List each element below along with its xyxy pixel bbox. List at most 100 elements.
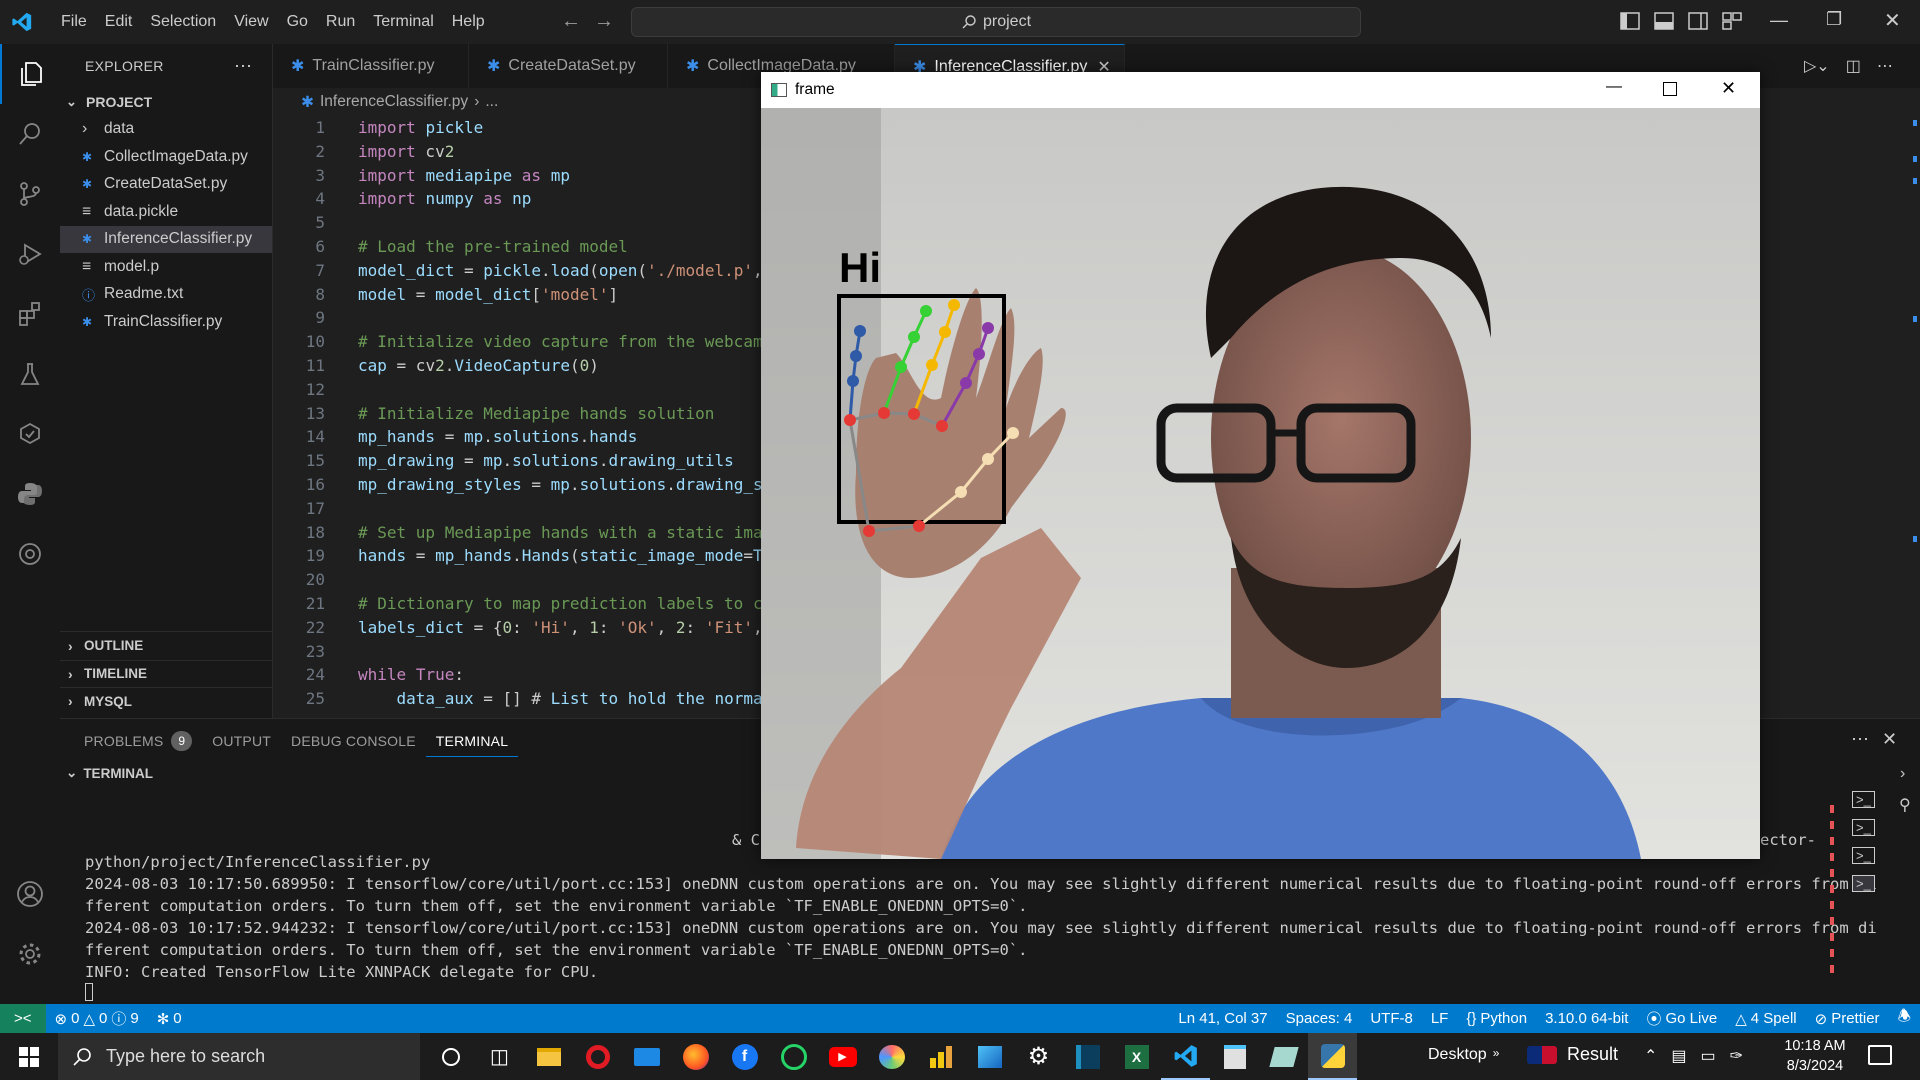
- more-actions-icon[interactable]: ⋯: [234, 56, 252, 77]
- back-arrow-icon[interactable]: ←: [561, 10, 581, 33]
- terminal-header[interactable]: ⌄ TERMINAL: [66, 765, 153, 781]
- pin-icon[interactable]: ⚲: [1899, 795, 1911, 815]
- excel-icon[interactable]: X: [1112, 1033, 1161, 1080]
- breadcrumb-symbol[interactable]: ...: [485, 93, 498, 111]
- prettier-status[interactable]: ⊘ Prettier: [1806, 1010, 1889, 1028]
- tab-debug-console[interactable]: DEBUG CONSOLE: [281, 719, 426, 763]
- customize-layout-icon[interactable]: [1722, 12, 1742, 30]
- terminal-instance-icon[interactable]: >_: [1852, 791, 1875, 808]
- close-panel-icon[interactable]: ✕: [1882, 729, 1897, 750]
- tab-problems[interactable]: PROBLEMS 9: [74, 719, 202, 763]
- display-icon[interactable]: ▤: [1671, 1046, 1686, 1066]
- section-mysql[interactable]: › MYSQL: [60, 687, 273, 715]
- language-mode[interactable]: {} Python: [1457, 1010, 1536, 1027]
- firefox-icon[interactable]: [671, 1033, 720, 1080]
- file-item[interactable]: ✱ TrainClassifier.py: [60, 308, 272, 336]
- project-folder-header[interactable]: ⌄ PROJECT: [60, 88, 272, 116]
- file-item[interactable]: ≡ model.p: [60, 253, 272, 281]
- source-control-activity[interactable]: [0, 164, 60, 224]
- menu-selection[interactable]: Selection: [141, 0, 225, 44]
- command-center-search[interactable]: project: [631, 7, 1361, 37]
- run-python-file-icon[interactable]: ▷⌄: [1804, 56, 1830, 76]
- minimize-icon[interactable]: —: [1770, 10, 1788, 31]
- menu-terminal[interactable]: Terminal: [364, 0, 442, 44]
- menu-go[interactable]: Go: [278, 0, 317, 44]
- problems-status[interactable]: ⊗ 0 △ 0 ⓘ 9: [46, 1008, 148, 1029]
- file-explorer-icon[interactable]: [524, 1033, 573, 1080]
- tab-output[interactable]: OUTPUT: [202, 719, 281, 763]
- section-outline[interactable]: › OUTLINE: [60, 632, 273, 660]
- search-activity[interactable]: [0, 104, 60, 164]
- file-item[interactable]: ✱ CreateDataSet.py: [60, 171, 272, 199]
- file-item[interactable]: ✱ CollectImageData.py: [60, 143, 272, 171]
- sticky-app-icon[interactable]: [1259, 1033, 1308, 1080]
- cortana-icon[interactable]: [426, 1033, 475, 1080]
- encoding[interactable]: UTF-8: [1361, 1010, 1422, 1027]
- notifications-icon[interactable]: [1868, 1045, 1892, 1065]
- line-ending[interactable]: LF: [1422, 1010, 1458, 1027]
- gitlens-activity[interactable]: [0, 524, 60, 584]
- paint-icon[interactable]: [867, 1033, 916, 1080]
- chevron-right-icon[interactable]: ›: [1900, 765, 1905, 783]
- menu-run[interactable]: Run: [317, 0, 364, 44]
- menu-edit[interactable]: Edit: [96, 0, 142, 44]
- menu-view[interactable]: View: [225, 0, 277, 44]
- terminal-output[interactable]: python/project/InferenceClassifier.py 202…: [85, 851, 1877, 983]
- run-debug-activity[interactable]: [0, 224, 60, 284]
- close-window-icon[interactable]: ✕: [1884, 8, 1901, 33]
- python-taskbar-icon[interactable]: [1308, 1033, 1357, 1080]
- terminal-instance-icon[interactable]: >_: [1852, 819, 1875, 836]
- settings-gear-icon[interactable]: ⚙: [1014, 1033, 1063, 1080]
- python-interpreter[interactable]: 3.10.0 64-bit: [1536, 1010, 1637, 1027]
- chevron-up-icon[interactable]: ⌃: [1644, 1046, 1657, 1066]
- tab-terminal[interactable]: TERMINAL: [425, 726, 519, 757]
- power-bi-icon[interactable]: [916, 1033, 965, 1080]
- notepad-icon[interactable]: [1210, 1033, 1259, 1080]
- pen-icon[interactable]: ✑: [1730, 1046, 1743, 1066]
- toggle-secondary-sidebar-icon[interactable]: [1688, 12, 1708, 30]
- terminal-instance-icon[interactable]: >_: [1852, 875, 1875, 892]
- notifications-bell-icon[interactable]: 🕭: [1889, 1006, 1920, 1031]
- mail-icon[interactable]: [622, 1033, 671, 1080]
- breadcrumb-file[interactable]: InferenceClassifier.py: [320, 93, 468, 111]
- opera-icon[interactable]: [573, 1033, 622, 1080]
- section-timeline[interactable]: › TIMELINE: [60, 659, 273, 688]
- toggle-panel-icon[interactable]: [1654, 12, 1674, 30]
- frame-title-bar[interactable]: frame — ✕: [761, 72, 1760, 108]
- task-view-icon[interactable]: ◫: [475, 1033, 524, 1080]
- restore-icon[interactable]: ❐: [1826, 9, 1842, 30]
- terminal-instance-icon[interactable]: >_: [1852, 847, 1875, 864]
- cursor-position[interactable]: Ln 41, Col 37: [1169, 1010, 1276, 1027]
- whatsapp-icon[interactable]: [769, 1033, 818, 1080]
- desktop-toolbar[interactable]: Desktop»: [1428, 1046, 1499, 1064]
- testing-activity[interactable]: [0, 344, 60, 404]
- facebook-icon[interactable]: f: [720, 1033, 769, 1080]
- accounts-activity[interactable]: [0, 864, 60, 924]
- vscode-taskbar-icon[interactable]: [1161, 1033, 1210, 1080]
- file-item[interactable]: › data: [60, 116, 272, 144]
- split-editor-icon[interactable]: ◫: [1846, 56, 1861, 76]
- remote-indicator[interactable]: ><: [0, 1004, 46, 1033]
- clock[interactable]: 10:18 AM 8/3/2024: [1770, 1036, 1860, 1076]
- spell-status[interactable]: △ 4 Spell: [1726, 1010, 1805, 1028]
- terminal-app-icon[interactable]: [1063, 1033, 1112, 1080]
- taskbar-search-box[interactable]: Type here to search: [58, 1033, 420, 1080]
- frame-maximize-icon[interactable]: [1663, 82, 1677, 96]
- menu-file[interactable]: File: [52, 0, 96, 44]
- file-item[interactable]: ✱ InferenceClassifier.py: [60, 225, 272, 253]
- windows-start-icon[interactable]: [0, 1033, 58, 1080]
- result-widget[interactable]: Result: [1527, 1044, 1618, 1065]
- explorer-activity[interactable]: [0, 44, 60, 104]
- file-item[interactable]: ⓘ Readme.txt: [60, 281, 272, 309]
- opencv-frame-window[interactable]: frame — ✕ Hi: [761, 72, 1760, 859]
- photos-icon[interactable]: [965, 1033, 1014, 1080]
- battery-icon[interactable]: ▭: [1701, 1046, 1716, 1066]
- python-activity[interactable]: [0, 464, 60, 524]
- go-live-button[interactable]: ⦿ Go Live: [1637, 1008, 1726, 1029]
- tab-trainclassifier[interactable]: ✱ TrainClassifier.py: [273, 44, 469, 88]
- ports-status[interactable]: ✻ 0: [148, 1010, 191, 1028]
- panel-more-icon[interactable]: ⋯: [1851, 729, 1869, 750]
- editor-more-icon[interactable]: ⋯: [1877, 56, 1893, 76]
- youtube-icon[interactable]: ▶: [818, 1033, 867, 1080]
- manage-activity[interactable]: [0, 924, 60, 984]
